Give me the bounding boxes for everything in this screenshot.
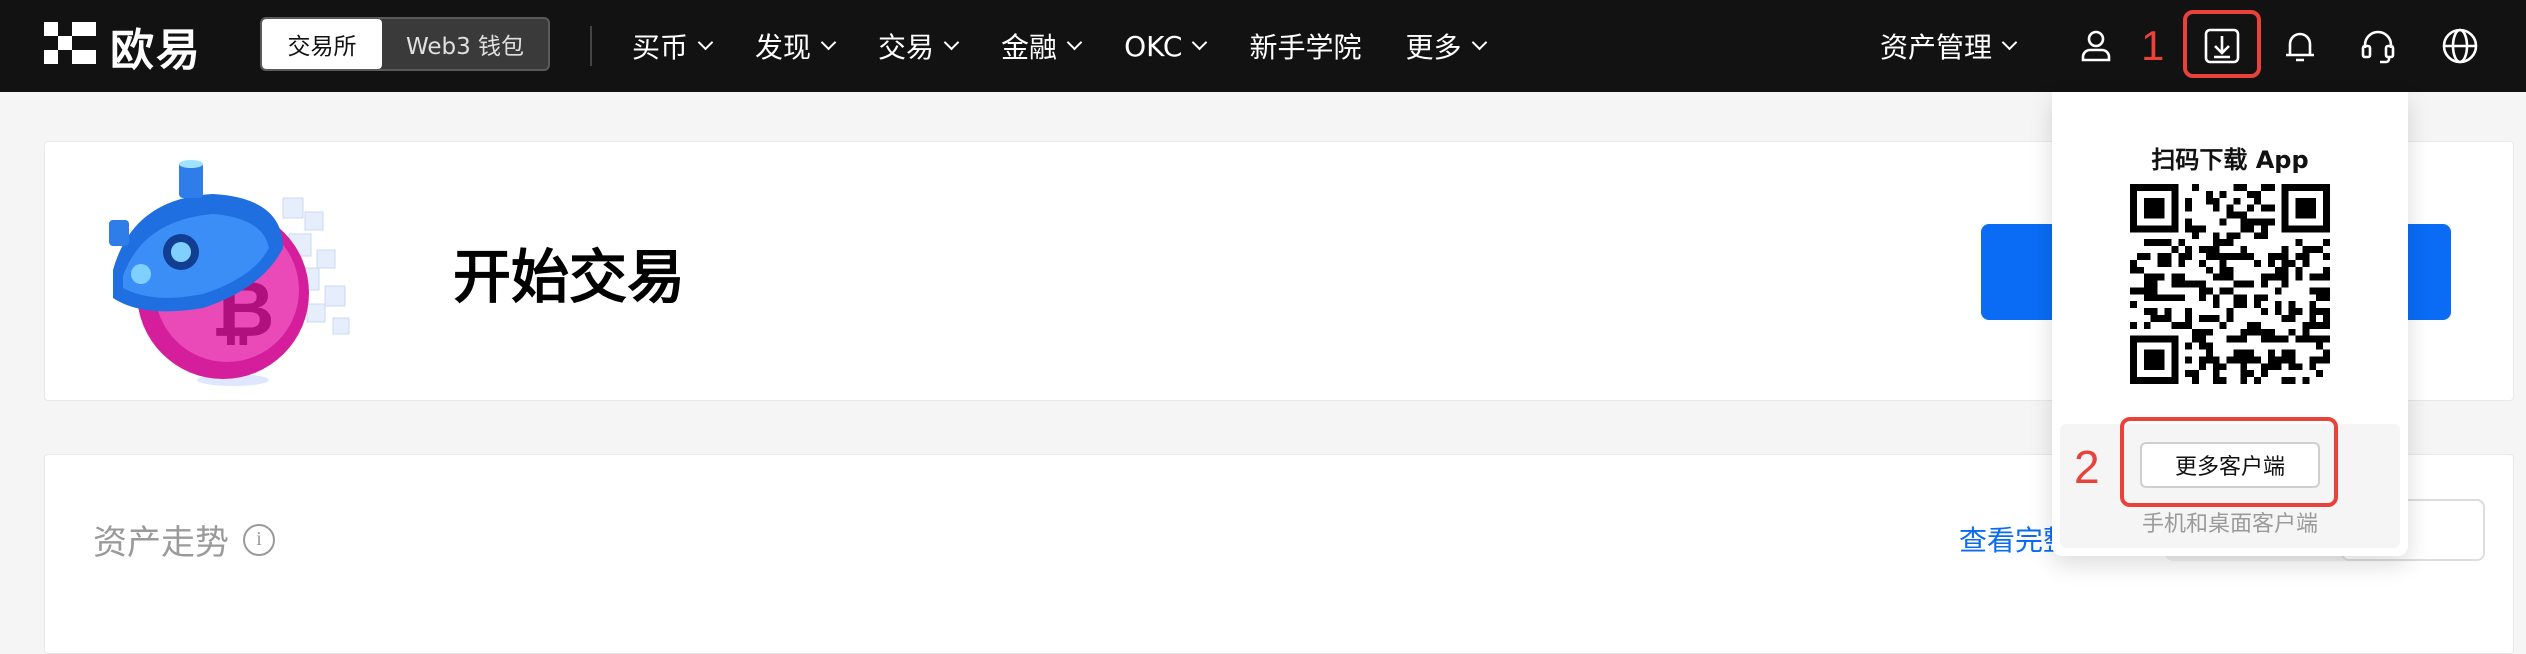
crypto-robot-illustration: ₿ — [93, 158, 393, 398]
globe-icon[interactable] — [2434, 20, 2486, 72]
logo-mark-icon — [44, 22, 96, 70]
nav-divider — [590, 26, 592, 66]
user-icon[interactable] — [2070, 20, 2122, 72]
nav-item-label: 发现 — [755, 31, 812, 64]
chevron-down-icon — [820, 34, 837, 51]
start-trading-title: 开始交易 — [453, 243, 686, 311]
nav-item-trade[interactable]: 交易 — [878, 26, 960, 66]
logo-text: 欧易 — [110, 25, 202, 76]
annotation-number-1: 1 — [2141, 22, 2165, 69]
download-qr-code — [2130, 184, 2330, 384]
nav-item-okc[interactable]: OKC — [1124, 29, 1208, 63]
chevron-down-icon — [943, 34, 960, 51]
annotation-number-2: 2 — [2074, 441, 2100, 493]
nav-item-label: 更多 — [1405, 31, 1462, 64]
annotation-highlight-more-clients — [2120, 417, 2338, 507]
nav-item-finance[interactable]: 金融 — [1001, 26, 1083, 66]
nav-item-label: 新手学院 — [1249, 31, 1362, 64]
chevron-down-icon — [1471, 34, 1487, 51]
chevron-down-icon — [2001, 34, 2018, 51]
nav-item-buy-crypto[interactable]: 买币 — [632, 26, 714, 66]
chevron-down-icon — [697, 34, 714, 51]
asset-trend-title: 资产走势 — [93, 523, 229, 563]
headset-icon[interactable] — [2352, 20, 2404, 72]
okx-logo[interactable]: 欧易 — [44, 22, 202, 76]
annotation-highlight-download — [2183, 10, 2261, 78]
chevron-down-icon — [1066, 34, 1083, 51]
asset-management-menu[interactable]: 资产管理 — [1880, 0, 2018, 92]
top-navbar: 欧易 交易所 Web3 钱包 买币 发现 交易 金融 OKC 新手学院 更多 资… — [0, 0, 2526, 92]
nav-item-academy[interactable]: 新手学院 — [1249, 26, 1361, 66]
nav-item-more[interactable]: 更多 — [1405, 26, 1487, 66]
chevron-down-icon — [1192, 34, 1208, 51]
nav-item-label: OKC — [1124, 29, 1183, 63]
bell-icon[interactable] — [2274, 20, 2326, 72]
nav-item-label: 金融 — [1001, 31, 1058, 64]
main-menu: 买币 发现 交易 金融 OKC 新手学院 更多 — [632, 0, 1529, 92]
nav-item-label: 买币 — [632, 31, 689, 64]
tab-exchange[interactable]: 交易所 — [262, 19, 382, 69]
asset-management-label: 资产管理 — [1880, 31, 1993, 64]
nav-item-label: 交易 — [878, 31, 935, 64]
exchange-wallet-toggle: 交易所 Web3 钱包 — [260, 17, 550, 71]
popup-subtitle: 手机和桌面客户端 — [2141, 512, 2318, 537]
info-icon[interactable]: i — [243, 523, 275, 556]
download-popup-title: 扫码下载 App — [2151, 146, 2309, 174]
asset-trend-heading: 资产走势 i — [93, 515, 275, 564]
tab-web3-wallet[interactable]: Web3 钱包 — [382, 19, 548, 69]
nav-item-discover[interactable]: 发现 — [755, 26, 837, 66]
